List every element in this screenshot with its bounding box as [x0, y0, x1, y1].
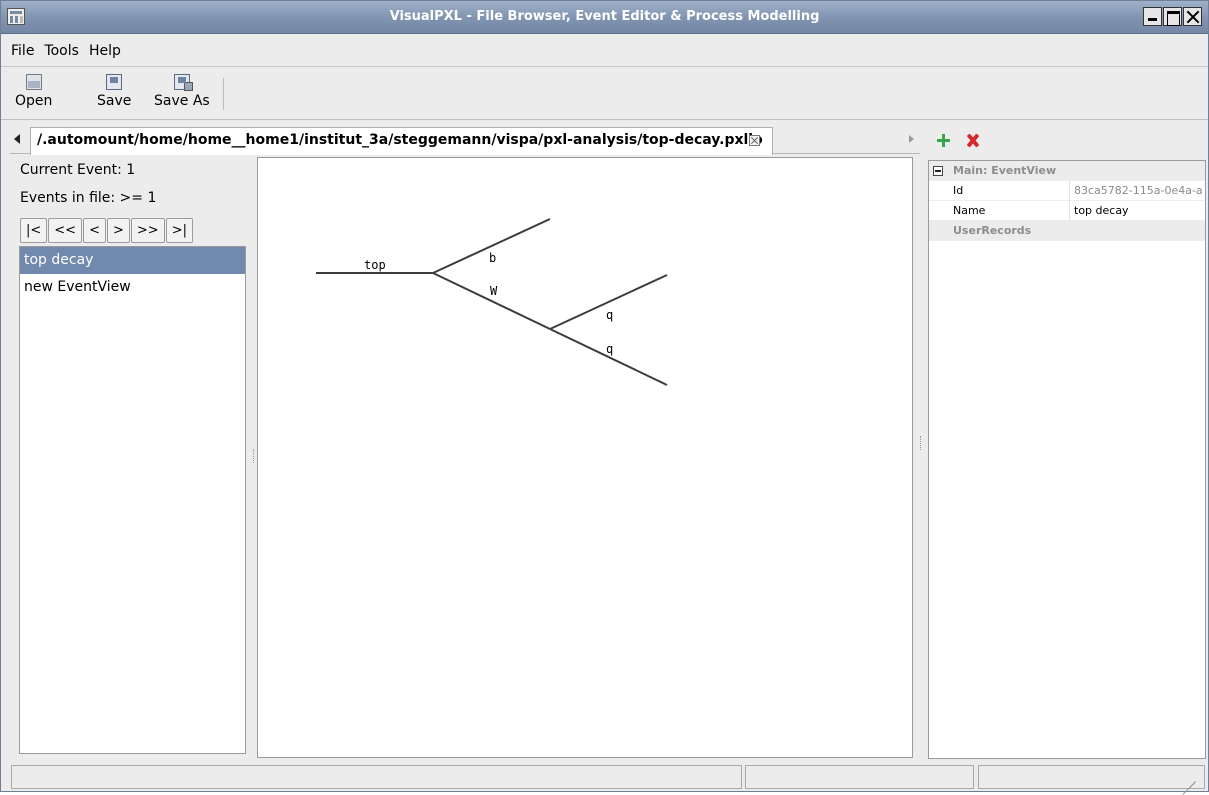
property-group-title: Main: EventView [953, 164, 1057, 177]
delete-icon[interactable] [965, 133, 980, 148]
tab-file-label: /.automount/home/home__home1/institut_3a… [37, 132, 763, 148]
decay-diagram: top b W q q [316, 218, 668, 386]
tab-scroll-left-icon[interactable] [14, 134, 20, 144]
collapse-icon[interactable] [933, 166, 943, 176]
status-segment-middle [745, 765, 974, 789]
property-row-id[interactable]: Id 83ca5782-115a-0e4a-a [929, 181, 1205, 201]
property-toolbar [926, 123, 1208, 159]
save-icon [106, 74, 123, 90]
tab-scroll-right-icon[interactable] [909, 135, 914, 143]
save-as-label: Save As [154, 93, 210, 109]
property-group-title: UserRecords [953, 224, 1032, 237]
label-q1: q [606, 308, 613, 322]
particle-line-q2[interactable] [549, 328, 668, 386]
save-as-icon [173, 74, 193, 91]
maximize-button[interactable] [1163, 7, 1182, 26]
previous-event-button[interactable]: < [83, 218, 106, 243]
event-diagram-canvas[interactable]: top b W q q [257, 157, 913, 758]
tab-file[interactable]: /.automount/home/home__home1/institut_3a… [30, 127, 773, 155]
menu-file[interactable]: File [11, 43, 34, 59]
property-key: Name [953, 204, 986, 217]
toolbar-separator [223, 78, 224, 110]
event-browser-panel: Current Event: 1 Events in file: >= 1 |<… [10, 154, 250, 759]
application-window: VisualPXL - File Browser, Event Editor &… [0, 0, 1209, 792]
open-button[interactable]: Open [15, 74, 52, 109]
status-bar [1, 763, 1208, 792]
minimize-button[interactable] [1143, 7, 1162, 26]
events-in-file-label: Events in file: >= 1 [20, 190, 157, 206]
add-icon[interactable] [937, 134, 950, 147]
back-many-button[interactable]: << [48, 218, 83, 243]
toolbar: Open Save Save As [1, 68, 1208, 120]
forward-many-button[interactable]: >> [130, 218, 165, 243]
window-title: VisualPXL - File Browser, Event Editor &… [389, 9, 820, 24]
status-segment-main [11, 765, 742, 789]
status-segment-right [978, 765, 1205, 789]
property-row-name[interactable]: Name top decay [929, 201, 1205, 221]
label-q2: q [606, 342, 613, 356]
label-b: b [489, 251, 496, 265]
right-splitter-handle[interactable] [917, 154, 925, 759]
property-value[interactable]: 83ca5782-115a-0e4a-a [1069, 181, 1207, 201]
last-event-button[interactable]: >| [165, 218, 193, 243]
menu-tools[interactable]: Tools [44, 43, 79, 59]
menu-bar: File Tools Help [1, 35, 1208, 67]
label-top: top [364, 258, 386, 272]
save-as-button[interactable]: Save As [154, 74, 210, 109]
property-group-main[interactable]: Main: EventView [929, 161, 1205, 181]
list-item[interactable]: top decay [20, 247, 245, 274]
menu-help[interactable]: Help [89, 43, 121, 59]
tab-bar: /.automount/home/home__home1/institut_3a… [10, 127, 920, 155]
resize-grip-icon[interactable] [1178, 764, 1198, 784]
property-group-userrecords[interactable]: UserRecords [929, 221, 1205, 241]
list-item[interactable]: new EventView [20, 274, 245, 301]
label-w: W [490, 284, 498, 298]
open-label: Open [15, 93, 53, 109]
tab-close-icon[interactable] [749, 135, 760, 146]
save-button[interactable]: Save [97, 74, 131, 109]
current-event-label: Current Event: 1 [20, 162, 136, 178]
property-key: Id [953, 184, 964, 197]
event-view-list[interactable]: top decay new EventView [19, 246, 246, 754]
folder-open-icon [25, 74, 42, 90]
next-event-button[interactable]: > [106, 218, 130, 243]
property-view: Main: EventView Id 83ca5782-115a-0e4a-a … [928, 160, 1206, 759]
particle-line-w[interactable] [432, 272, 551, 330]
first-event-button[interactable]: |< [20, 218, 48, 243]
event-navigation: |< << < > >> >| [20, 218, 193, 243]
close-window-button[interactable] [1183, 7, 1202, 26]
save-label: Save [97, 93, 132, 109]
property-value[interactable]: top decay [1069, 201, 1207, 221]
title-bar[interactable]: VisualPXL - File Browser, Event Editor &… [1, 1, 1208, 34]
